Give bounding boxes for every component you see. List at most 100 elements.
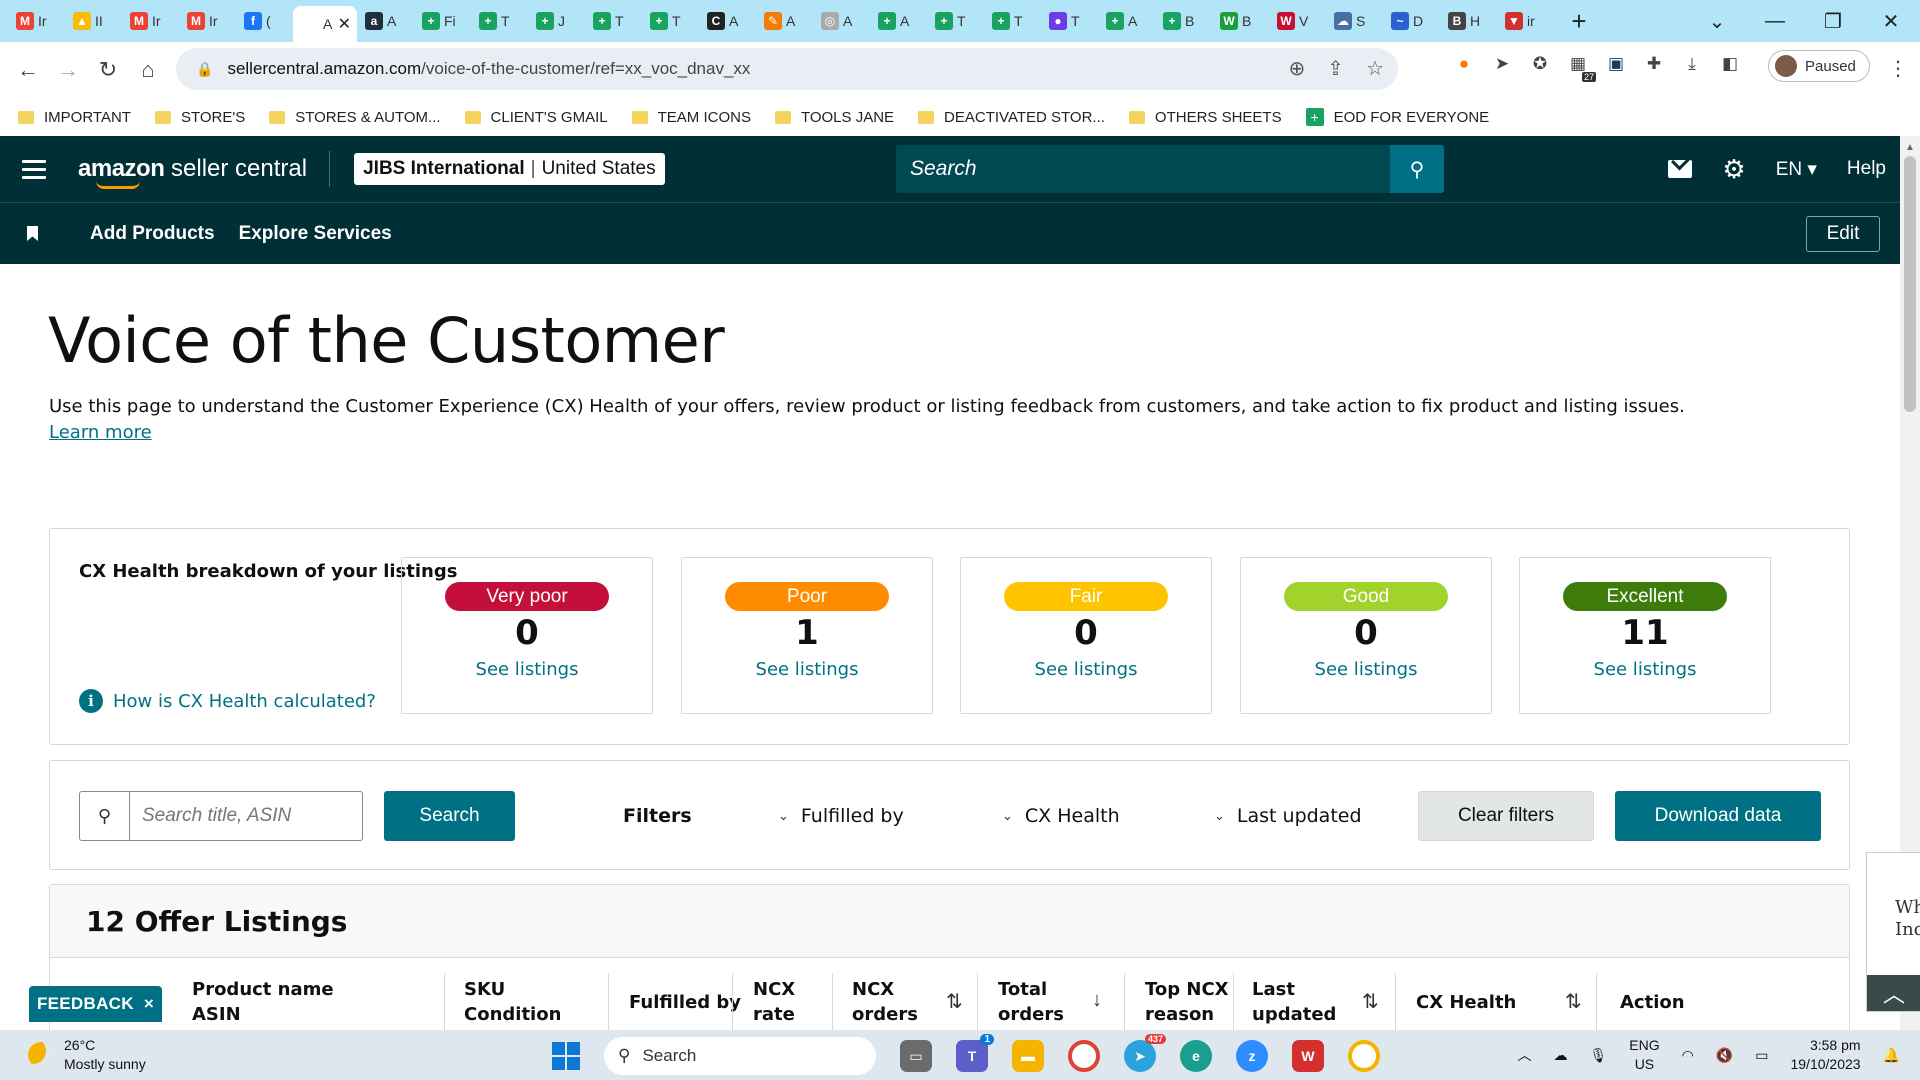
see-listings-link[interactable]: See listings bbox=[402, 659, 652, 680]
browser-tab[interactable]: BH bbox=[1440, 4, 1497, 38]
listing-search-input[interactable]: Search title, ASIN bbox=[130, 792, 291, 840]
mail-icon[interactable] bbox=[1668, 160, 1693, 178]
profile-button[interactable]: Paused bbox=[1768, 50, 1870, 82]
extensions-puzzle-icon[interactable]: ✚ bbox=[1642, 52, 1666, 76]
maximize-button[interactable]: ❐ bbox=[1804, 9, 1862, 34]
search-button[interactable]: Search bbox=[384, 791, 515, 841]
minimize-button[interactable]: — bbox=[1746, 10, 1804, 33]
bookmark-item[interactable]: STORE'S bbox=[154, 109, 245, 126]
feedback-button[interactable]: FEEDBACK × bbox=[29, 986, 162, 1022]
home-icon[interactable]: ⌂ bbox=[128, 57, 168, 83]
onedrive-icon[interactable]: ☁ bbox=[1553, 1047, 1567, 1064]
browser-tab[interactable]: ● T bbox=[1041, 4, 1098, 38]
bookmark-item[interactable]: TEAM ICONS bbox=[631, 109, 751, 126]
cx-health-dropdown[interactable]: ⌄ CX Health bbox=[1002, 805, 1120, 827]
last-updated-dropdown[interactable]: ⌄ Last updated bbox=[1214, 805, 1362, 827]
amazon-seller-central-logo[interactable]: amazon seller central bbox=[78, 155, 307, 189]
see-listings-link[interactable]: See listings bbox=[682, 659, 932, 680]
sort-icon[interactable]: ⇅ bbox=[946, 989, 963, 1014]
help-link[interactable]: Help bbox=[1847, 158, 1886, 180]
file-explorer-icon[interactable]: ▬ bbox=[1012, 1040, 1044, 1072]
edge-icon[interactable]: e bbox=[1180, 1040, 1212, 1072]
sort-icon[interactable]: ⇅ bbox=[1565, 989, 1582, 1014]
hamburger-menu-icon[interactable] bbox=[22, 159, 46, 179]
store-selector[interactable]: JIBS International | United States bbox=[354, 153, 665, 185]
share-icon[interactable]: ⇪ bbox=[1327, 56, 1344, 81]
nav-explore-services[interactable]: Explore Services bbox=[239, 223, 392, 245]
see-listings-link[interactable]: See listings bbox=[1241, 659, 1491, 680]
tab-search-icon[interactable]: ⌄ bbox=[1688, 9, 1746, 34]
edit-button[interactable]: Edit bbox=[1806, 216, 1880, 252]
close-tab-icon[interactable]: ✕ bbox=[338, 14, 351, 34]
learn-more-link[interactable]: Learn more bbox=[49, 422, 152, 443]
browser-tab[interactable]: + T bbox=[585, 4, 642, 38]
wps-office-icon[interactable]: W bbox=[1292, 1040, 1324, 1072]
browser-tab[interactable]: ▼ ir bbox=[1497, 4, 1554, 38]
telegram-icon[interactable]: ➤ 437 bbox=[1124, 1034, 1166, 1072]
sort-icon[interactable]: ⇅ bbox=[1362, 989, 1379, 1014]
close-window-button[interactable]: ✕ bbox=[1862, 9, 1920, 34]
gear-icon[interactable]: ⚙ bbox=[1722, 156, 1745, 182]
browser-tab[interactable]: + T bbox=[642, 4, 699, 38]
cx-health-help-link[interactable]: i How is CX Health calculated? bbox=[79, 689, 376, 713]
wifi-icon[interactable]: ◠ bbox=[1682, 1047, 1694, 1064]
teams-icon[interactable]: T1 bbox=[956, 1034, 994, 1072]
new-tab-icon[interactable]: + bbox=[1564, 6, 1594, 37]
browser-tab[interactable]: + T bbox=[927, 4, 984, 38]
clock[interactable]: 3:58 pm 19/10/2023 bbox=[1790, 1036, 1860, 1074]
back-icon[interactable]: ← bbox=[8, 57, 48, 83]
bookmark-item[interactable]: TOOLS JANE bbox=[774, 109, 894, 126]
clear-filters-button[interactable]: Clear filters bbox=[1418, 791, 1594, 841]
bookmark-star-icon[interactable]: ☆ bbox=[1366, 56, 1384, 81]
taskbar-search[interactable]: ⚲ Search bbox=[604, 1037, 876, 1075]
browser-tab[interactable]: aA bbox=[357, 4, 414, 38]
chevron-up-icon[interactable]: ︿ bbox=[1867, 975, 1920, 1011]
see-listings-link[interactable]: See listings bbox=[961, 659, 1211, 680]
nav-add-products[interactable]: Add Products bbox=[90, 223, 215, 245]
weather-widget[interactable]: 26°C Mostly sunny bbox=[28, 1036, 146, 1074]
browser-tab[interactable]: M Ir bbox=[179, 4, 236, 38]
reload-icon[interactable]: ↻ bbox=[88, 57, 128, 83]
browser-tab[interactable]: + Fi bbox=[414, 4, 471, 38]
windows-start-icon[interactable] bbox=[552, 1042, 580, 1070]
browser-tab[interactable]: A ✕ bbox=[293, 6, 357, 42]
browser-tab[interactable]: + B bbox=[1155, 4, 1212, 38]
extension-grid-icon[interactable]: ▣ bbox=[1604, 52, 1628, 76]
browser-menu-icon[interactable]: ⋮ bbox=[1888, 56, 1908, 81]
browser-tab[interactable]: + T bbox=[984, 4, 1041, 38]
language-indicator[interactable]: ENG US bbox=[1629, 1036, 1659, 1074]
bookmark-item[interactable]: IMPORTANT bbox=[18, 109, 131, 126]
volume-muted-icon[interactable]: 🔇 bbox=[1716, 1047, 1733, 1064]
see-listings-link[interactable]: See listings bbox=[1520, 659, 1770, 680]
col-total-orders[interactable]: Total orders bbox=[998, 977, 1064, 1027]
bookmark-item[interactable]: STORES & AUTOM... bbox=[269, 109, 441, 126]
download-icon[interactable]: ⤓ bbox=[1680, 52, 1704, 76]
browser-tab[interactable]: M Ir bbox=[122, 4, 179, 38]
url-text[interactable]: sellercentral.amazon.com/voice-of-the-cu… bbox=[227, 59, 750, 79]
show-hidden-icons[interactable]: ︿ bbox=[1517, 1045, 1531, 1065]
task-view-icon[interactable]: ▭ bbox=[900, 1040, 932, 1072]
bookmark-item[interactable]: CLIENT'S GMAIL bbox=[464, 109, 608, 126]
browser-tab[interactable]: WB bbox=[1212, 4, 1269, 38]
url-bar[interactable]: 🔒 sellercentral.amazon.com/voice-of-the-… bbox=[176, 48, 1398, 90]
browser-tab[interactable]: ▲ II bbox=[65, 4, 122, 38]
browser-tab[interactable]: + A bbox=[1098, 4, 1155, 38]
browser-tab[interactable]: WV bbox=[1269, 4, 1326, 38]
browser-tab[interactable]: f( bbox=[236, 4, 293, 38]
header-search-button[interactable]: ⚲ bbox=[1390, 145, 1444, 193]
browser-tab[interactable]: ✎ A bbox=[756, 4, 813, 38]
side-chat-widget[interactable]: Wh Inq ︿ bbox=[1866, 852, 1920, 1012]
extension-arrow-icon[interactable]: ➤ bbox=[1490, 52, 1514, 76]
microphone-icon[interactable]: 🎙 bbox=[1589, 1047, 1607, 1064]
battery-icon[interactable]: ▭ bbox=[1755, 1047, 1768, 1064]
forward-icon[interactable]: → bbox=[48, 57, 88, 83]
sort-desc-icon[interactable]: ↓ bbox=[1092, 989, 1102, 1012]
scroll-up-icon[interactable]: ▲ bbox=[1905, 142, 1915, 153]
browser-tab[interactable]: + A bbox=[870, 4, 927, 38]
bookmark-item[interactable]: DEACTIVATED STOR... bbox=[918, 109, 1105, 126]
chrome-canary-icon[interactable] bbox=[1348, 1040, 1380, 1072]
browser-tab[interactable]: ◎ A bbox=[813, 4, 870, 38]
lock-icon[interactable]: 🔒 bbox=[196, 61, 213, 78]
browser-tab[interactable]: + J bbox=[528, 4, 585, 38]
side-panel-icon[interactable]: ◧ bbox=[1718, 52, 1742, 76]
